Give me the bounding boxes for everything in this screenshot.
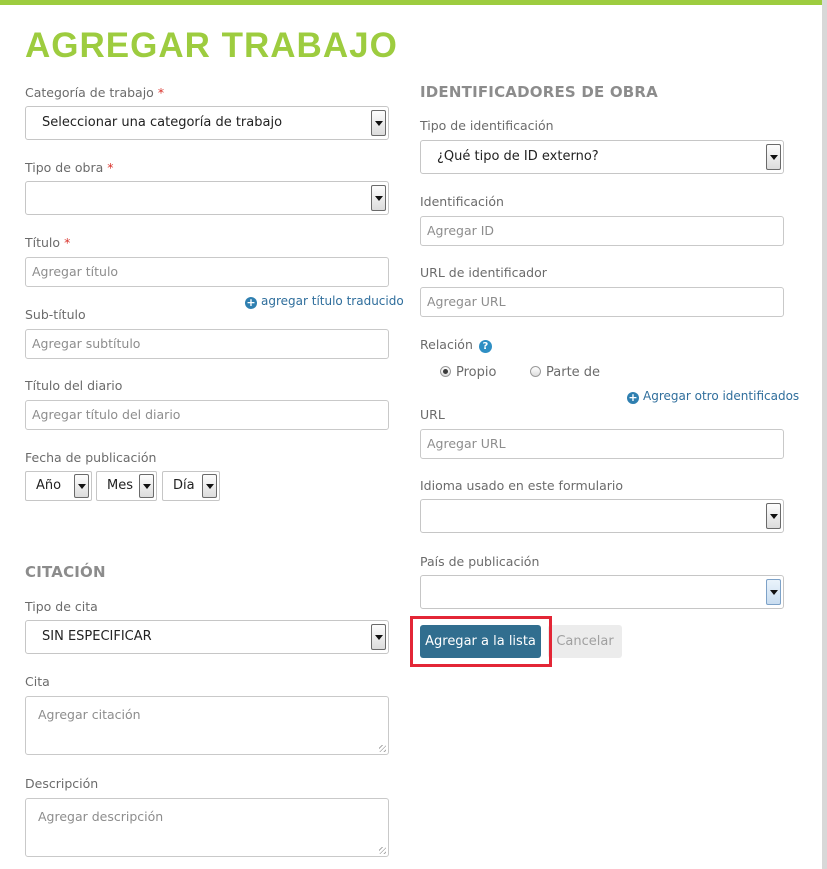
page-title: AGREGAR TRABAJO <box>25 26 398 65</box>
modal-shadow <box>822 0 827 869</box>
citation-textarea[interactable]: Agregar citación <box>25 696 389 755</box>
chevron-down-icon[interactable] <box>766 579 781 605</box>
highlight-box <box>410 616 552 667</box>
identification-input[interactable]: Agregar ID <box>420 216 784 246</box>
chevron-down-icon[interactable] <box>766 503 781 529</box>
work-type-select[interactable] <box>25 181 389 215</box>
chevron-down-icon[interactable] <box>371 110 386 136</box>
chevron-down-icon[interactable] <box>202 474 217 498</box>
add-other-identifier-link[interactable]: + Agregar otro identificados <box>627 389 799 404</box>
id-url-label: URL de identificador <box>420 265 547 280</box>
title-input[interactable]: Agregar título <box>25 257 389 287</box>
publication-date-label: Fecha de publicación <box>25 450 157 465</box>
radio-unchecked-icon[interactable] <box>530 366 541 377</box>
work-type-label: Tipo de obra * <box>25 160 114 175</box>
radio-checked-icon[interactable] <box>440 366 451 377</box>
description-textarea[interactable]: Agregar descripción <box>25 798 389 857</box>
add-work-modal: AGREGAR TRABAJO Categoría de trabajo * Se… <box>0 0 822 869</box>
citation-type-select[interactable]: SIN ESPECIFICAR <box>25 620 389 654</box>
relation-part-of-radio[interactable]: Parte de <box>530 365 600 380</box>
id-type-value: ¿Qué tipo de ID externo? <box>437 149 599 164</box>
journal-title-label: Título del diario <box>25 378 123 393</box>
citation-type-value: SIN ESPECIFICAR <box>42 629 152 644</box>
subtitle-input[interactable]: Agregar subtítulo <box>25 329 389 359</box>
plus-circle-icon: + <box>245 296 257 309</box>
category-label: Categoría de trabajo * <box>25 85 165 100</box>
category-select[interactable]: Seleccionar una categoría de trabajo <box>25 106 389 140</box>
language-select[interactable] <box>420 499 784 533</box>
cancel-button[interactable]: Cancelar <box>548 625 622 658</box>
add-translated-title-link[interactable]: + agregar título traducido <box>245 294 404 309</box>
country-select[interactable] <box>420 575 784 609</box>
resize-grip-icon[interactable] <box>379 847 386 854</box>
relation-label: Relación? <box>420 337 492 353</box>
citation-section-heading: CITACIÓN <box>25 563 106 581</box>
month-select[interactable]: Mes <box>96 471 157 501</box>
url-input[interactable]: Agregar URL <box>420 429 784 459</box>
plus-circle-icon: + <box>627 391 639 404</box>
journal-title-input[interactable]: Agregar título del diario <box>25 400 389 430</box>
citation-label: Cita <box>25 674 50 689</box>
url-label: URL <box>420 407 445 422</box>
resize-grip-icon[interactable] <box>379 745 386 752</box>
country-label: País de publicación <box>420 554 540 569</box>
id-type-select[interactable]: ¿Qué tipo de ID externo? <box>420 140 784 174</box>
help-icon[interactable]: ? <box>478 340 492 353</box>
language-label: Idioma usado en este formulario <box>420 478 624 493</box>
work-identifiers-heading: IDENTIFICADORES DE OBRA <box>420 83 658 101</box>
chevron-down-icon[interactable] <box>371 624 386 650</box>
id-url-input[interactable]: Agregar URL <box>420 287 784 317</box>
title-label: Título * <box>25 235 71 250</box>
chevron-down-icon[interactable] <box>766 144 781 170</box>
chevron-down-icon[interactable] <box>74 474 89 498</box>
day-select[interactable]: Día <box>162 471 220 501</box>
subtitle-label: Sub-título <box>25 307 86 322</box>
identification-label: Identificación <box>420 194 504 209</box>
chevron-down-icon[interactable] <box>371 185 386 211</box>
citation-type-label: Tipo de cita <box>25 599 98 614</box>
chevron-down-icon[interactable] <box>139 474 154 498</box>
relation-own-radio[interactable]: Propio <box>440 365 496 380</box>
year-select[interactable]: Año <box>25 471 92 501</box>
description-label: Descripción <box>25 776 99 791</box>
id-type-label: Tipo de identificación <box>420 118 554 133</box>
category-select-value: Seleccionar una categoría de trabajo <box>42 115 283 130</box>
